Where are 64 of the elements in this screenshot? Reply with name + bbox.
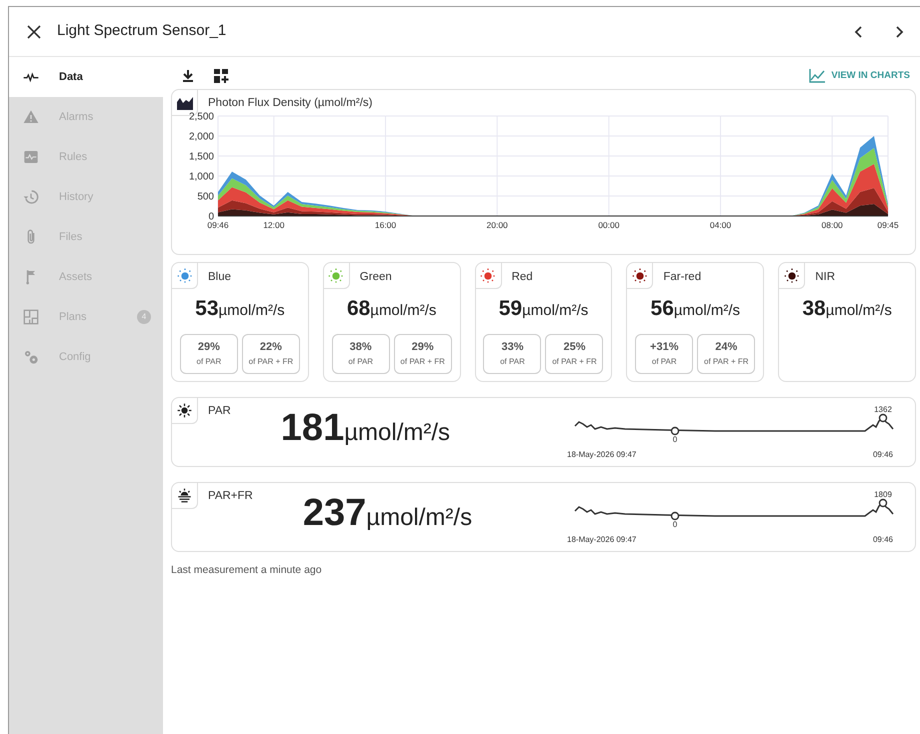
axis-tick-label: 1,500 bbox=[188, 152, 214, 162]
history-icon bbox=[23, 189, 39, 205]
axis-tick-label: 16:00 bbox=[374, 220, 396, 230]
share-box: 33% of PAR bbox=[483, 334, 542, 374]
close-button[interactable] bbox=[25, 22, 43, 40]
warning-icon bbox=[23, 109, 39, 125]
axis-tick-label: 09:45 bbox=[877, 220, 899, 230]
max-marker bbox=[878, 414, 888, 422]
channel-reading: 56µmol/m²/s bbox=[650, 296, 742, 322]
channel-reading: 59µmol/m²/s bbox=[498, 296, 590, 322]
total-reading: 181µmol/m²/s bbox=[280, 408, 450, 451]
area-chart-icon bbox=[176, 96, 192, 110]
sun-icon bbox=[177, 403, 192, 418]
share-box: 38% of PAR bbox=[332, 334, 390, 374]
axis-tick-label: 2,500 bbox=[188, 112, 214, 122]
channel-reading: 68µmol/m²/s bbox=[346, 296, 438, 322]
share-box: 22% of PAR + FR bbox=[242, 334, 300, 374]
min-label: 0 bbox=[672, 435, 678, 444]
channel-reading: 53µmol/m²/s bbox=[194, 296, 286, 322]
status-text: Last measurement a minute ago bbox=[171, 563, 323, 578]
channel-name: NIR bbox=[815, 270, 835, 285]
channel-name: Red bbox=[512, 270, 533, 285]
axis-tick-label: 12:00 bbox=[263, 220, 284, 230]
axis-tick-label: 00:00 bbox=[598, 220, 620, 230]
window-title: Light Spectrum Sensor_1 bbox=[57, 21, 228, 42]
share-box: 29% of PAR + FR bbox=[394, 334, 452, 374]
axis-tick-label: 1,000 bbox=[188, 172, 214, 182]
min-marker bbox=[670, 512, 680, 520]
axis-tick-label: 2,000 bbox=[188, 132, 214, 142]
sunset-icon bbox=[177, 488, 192, 503]
chart-title: Photon Flux Density (µmol/m²/s) bbox=[208, 96, 372, 111]
max-label: 1809 bbox=[874, 490, 892, 499]
floor-plan-icon bbox=[23, 309, 39, 325]
gears-icon bbox=[23, 349, 39, 365]
chart-card-icon bbox=[23, 149, 39, 165]
sidebar-item[interactable]: Data bbox=[9, 57, 163, 97]
axis-tick-label: 0 bbox=[208, 212, 214, 222]
start-time: 18-May-2026 09:47 bbox=[567, 450, 636, 459]
total-name: PAR+FR bbox=[208, 489, 253, 504]
total-name: PAR bbox=[208, 404, 231, 419]
channel-reading: 38µmol/m²/s bbox=[801, 296, 893, 322]
end-time: 09:46 bbox=[872, 535, 893, 544]
end-time: 09:46 bbox=[872, 450, 893, 459]
max-label: 1362 bbox=[874, 405, 892, 414]
share-box: 25% of PAR + FR bbox=[545, 334, 604, 374]
min-marker bbox=[670, 426, 680, 436]
axis-tick-label: 04:00 bbox=[710, 220, 732, 230]
channel-name: Blue bbox=[208, 270, 232, 285]
axis-tick-label: 08:00 bbox=[822, 220, 843, 230]
max-marker bbox=[878, 498, 888, 508]
total-reading: 237µmol/m²/s bbox=[302, 493, 472, 536]
axis-tick-label: 500 bbox=[197, 192, 214, 202]
share-box: 24% of PAR + FR bbox=[697, 334, 756, 374]
axis-tick-label: 09:46 bbox=[207, 220, 229, 230]
line-chart-icon bbox=[809, 69, 826, 83]
channel-name: Green bbox=[360, 270, 392, 285]
axis-tick-label: 20:00 bbox=[486, 220, 508, 230]
share-box: +31% of PAR bbox=[635, 334, 694, 374]
add-widget-button[interactable] bbox=[211, 66, 231, 86]
view-in-charts-button[interactable]: VIEW IN CHARTS bbox=[803, 68, 916, 84]
min-label: 0 bbox=[672, 520, 678, 529]
share-box: 29% of PAR bbox=[180, 334, 238, 374]
channel-name: Far-red bbox=[663, 270, 702, 285]
start-time: 18-May-2026 09:47 bbox=[567, 535, 636, 544]
